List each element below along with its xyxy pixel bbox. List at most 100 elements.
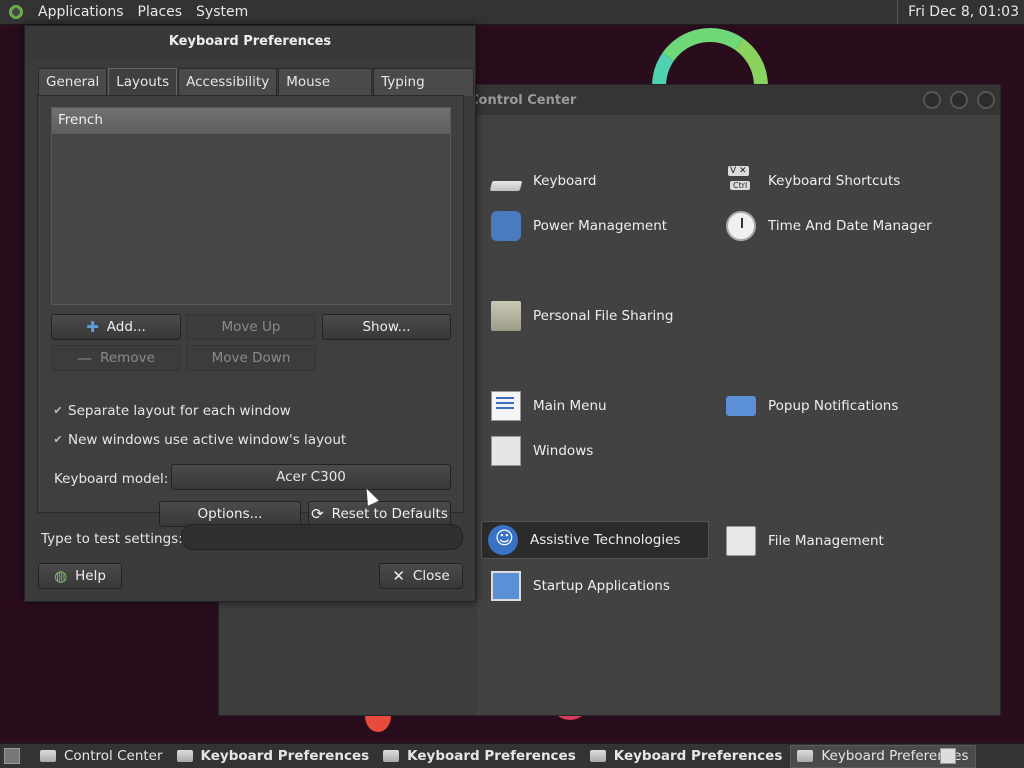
cc-item-label: Time And Date Manager: [768, 218, 932, 234]
keyboard-model-label: Keyboard model:: [54, 471, 169, 487]
keyboard-icon: [383, 750, 400, 762]
tab-bar: General Layouts Accessibility Mouse Keys…: [38, 68, 475, 117]
accessibility-icon: [488, 525, 518, 555]
move-up-button[interactable]: Move Up: [186, 314, 316, 340]
taskbar-item-keyboard-preferences[interactable]: Keyboard Preferences: [377, 745, 582, 768]
tab-typing-break[interactable]: Typing Break: [373, 68, 474, 117]
refresh-icon: ⟳: [311, 505, 324, 523]
taskbar-item-keyboard-preferences[interactable]: Keyboard Preferences: [171, 745, 376, 768]
test-settings-label: Type to test settings:: [41, 531, 183, 547]
button-label: Close: [412, 568, 450, 584]
startup-applications-icon: [491, 571, 521, 601]
tab-general[interactable]: General: [38, 68, 108, 96]
window-title: Control Center: [469, 93, 577, 108]
maximize-icon[interactable]: [950, 91, 968, 109]
menu-system[interactable]: System: [189, 4, 255, 20]
main-menu-icon: [491, 391, 521, 421]
keyboard-icon: [589, 750, 606, 762]
menu-places[interactable]: Places: [131, 4, 190, 20]
cc-item-label: Assistive Technologies: [530, 532, 681, 548]
cc-item-file-management[interactable]: File Management: [720, 522, 884, 560]
control-center-icon: [40, 750, 56, 762]
keyboard-icon: [797, 750, 814, 762]
add-layout-button[interactable]: ✚ Add...: [51, 314, 181, 340]
cc-item-assistive-technologies[interactable]: Assistive Technologies: [481, 521, 709, 559]
cc-item-label: Keyboard: [533, 173, 597, 189]
cc-item-power-management[interactable]: Power Management: [485, 207, 667, 245]
cc-item-label: Startup Applications: [533, 578, 670, 594]
task-label: Keyboard Preferences: [613, 748, 783, 764]
file-management-icon: [726, 526, 756, 556]
keyboard-shortcuts-icon: [726, 166, 756, 196]
power-management-icon: [491, 211, 521, 241]
new-windows-layout-checkbox[interactable]: ✔ New windows use active window's layout: [52, 431, 346, 449]
workspace-switcher[interactable]: [940, 748, 956, 764]
button-label: Move Up: [221, 319, 281, 335]
checkmark-icon: ✔: [53, 433, 63, 446]
keyboard-preferences-dialog: Keyboard Preferences General Layouts Acc…: [24, 25, 476, 602]
checkbox-label: New windows use active window's layout: [68, 432, 347, 448]
close-icon[interactable]: [977, 91, 995, 109]
cc-item-startup-applications[interactable]: Startup Applications: [485, 567, 670, 605]
close-button[interactable]: ✕ Close: [379, 563, 463, 589]
cc-item-label: Popup Notifications: [768, 398, 899, 414]
tab-accessibility[interactable]: Accessibility: [178, 68, 278, 96]
distro-logo-icon[interactable]: [7, 3, 25, 21]
task-label: Keyboard Preferences: [407, 748, 576, 764]
cc-item-popup-notifications[interactable]: Popup Notifications: [720, 387, 898, 425]
show-layout-button[interactable]: Show...: [322, 314, 451, 340]
separate-layout-checkbox[interactable]: ✔ Separate layout for each window: [52, 402, 291, 420]
checkmark-icon: ✔: [53, 404, 63, 417]
button-label: Move Down: [211, 350, 291, 366]
cc-item-label: Keyboard Shortcuts: [768, 173, 901, 189]
button-label: Show...: [362, 319, 411, 335]
task-label: Control Center: [64, 748, 163, 764]
layouts-panel: French ✚ Add... Move Up Show... — Remove…: [37, 95, 464, 527]
cc-item-label: Windows: [533, 443, 594, 459]
button-label: Help: [75, 568, 106, 584]
taskbar-item-keyboard-preferences[interactable]: Keyboard Preferences: [584, 745, 789, 768]
help-icon: ◍: [54, 567, 68, 585]
button-label: Options...: [197, 506, 263, 522]
move-down-button[interactable]: Move Down: [186, 345, 316, 371]
button-label: Remove: [100, 350, 155, 366]
cc-item-personal-file-sharing[interactable]: Personal File Sharing: [485, 297, 673, 335]
cc-item-label: Personal File Sharing: [533, 308, 674, 324]
popup-notifications-icon: [726, 396, 756, 416]
cc-item-label: File Management: [768, 533, 884, 549]
clock[interactable]: Fri Dec 8, 01:03: [897, 0, 1024, 24]
cc-item-label: Power Management: [533, 218, 668, 234]
help-button[interactable]: ◍ Help: [38, 563, 122, 589]
layout-list[interactable]: French: [51, 107, 451, 305]
menu-applications[interactable]: Applications: [31, 4, 131, 20]
button-label: Reset to Defaults: [331, 506, 448, 522]
cc-item-windows[interactable]: Windows: [485, 432, 593, 470]
layout-list-item[interactable]: French: [52, 108, 450, 134]
folder-icon: [491, 301, 521, 331]
dialog-title[interactable]: Keyboard Preferences: [25, 26, 475, 60]
minus-icon: —: [77, 349, 93, 367]
close-icon: ✕: [392, 567, 405, 585]
clock-icon: [726, 211, 756, 241]
minimize-icon[interactable]: [923, 91, 941, 109]
checkbox-label: Separate layout for each window: [68, 403, 291, 419]
test-settings-input[interactable]: [181, 524, 463, 550]
plus-icon: ✚: [86, 318, 99, 336]
bottom-panel: Control Center Keyboard Preferences Keyb…: [0, 743, 1024, 768]
cc-item-keyboard-shortcuts[interactable]: Keyboard Shortcuts: [720, 162, 900, 200]
windows-icon: [491, 436, 521, 466]
tab-layouts[interactable]: Layouts: [108, 68, 178, 96]
show-desktop-icon[interactable]: [4, 748, 20, 764]
button-label: Add...: [106, 319, 146, 335]
taskbar-item-control-center[interactable]: Control Center: [34, 745, 169, 768]
cc-item-time-date[interactable]: Time And Date Manager: [720, 207, 932, 245]
tab-mouse-keys[interactable]: Mouse Keys: [278, 68, 373, 117]
cc-item-main-menu[interactable]: Main Menu: [485, 387, 607, 425]
remove-layout-button[interactable]: — Remove: [51, 345, 181, 371]
top-panel: Applications Places System Fri Dec 8, 01…: [0, 0, 1024, 25]
control-center-items: Keyboard Keyboard Shortcuts Power Manage…: [477, 115, 1000, 715]
cc-item-label: Main Menu: [533, 398, 607, 414]
keyboard-model-button[interactable]: Acer C300: [171, 464, 451, 490]
cc-item-keyboard[interactable]: Keyboard: [485, 162, 596, 200]
keyboard-icon: [176, 750, 193, 762]
